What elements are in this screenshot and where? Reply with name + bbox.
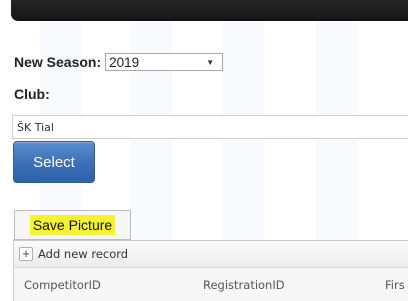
season-select-value: 2019	[109, 54, 140, 70]
page: New Season: 2019 ▼ Club: ŠK Tial Select …	[0, 0, 408, 301]
plus-icon[interactable]: +	[19, 247, 33, 261]
grid-toolbar: + Add new record	[14, 240, 408, 268]
season-row: New Season: 2019 ▼	[14, 52, 224, 72]
top-nav-bar	[11, 0, 408, 21]
add-new-record-link[interactable]: Add new record	[38, 247, 128, 261]
grid-header-row: CompetitorID RegistrationID Firs	[14, 268, 408, 301]
column-header-competitor-id[interactable]: CompetitorID	[24, 278, 101, 292]
club-label: Club:	[14, 86, 50, 102]
save-picture-button[interactable]: Save Picture	[14, 210, 131, 240]
records-grid: + Add new record CompetitorID Registrati…	[13, 240, 408, 301]
club-field[interactable]: ŠK Tial	[12, 115, 408, 139]
select-button[interactable]: Select	[13, 141, 95, 183]
column-header-first-name[interactable]: Firs	[385, 278, 405, 292]
column-header-registration-id[interactable]: RegistrationID	[203, 278, 285, 292]
chevron-down-icon: ▼	[206, 57, 215, 67]
season-select[interactable]: 2019 ▼	[105, 53, 224, 71]
club-field-value: ŠK Tial	[17, 121, 54, 134]
save-picture-label: Save Picture	[29, 215, 116, 235]
season-label: New Season:	[14, 54, 102, 70]
